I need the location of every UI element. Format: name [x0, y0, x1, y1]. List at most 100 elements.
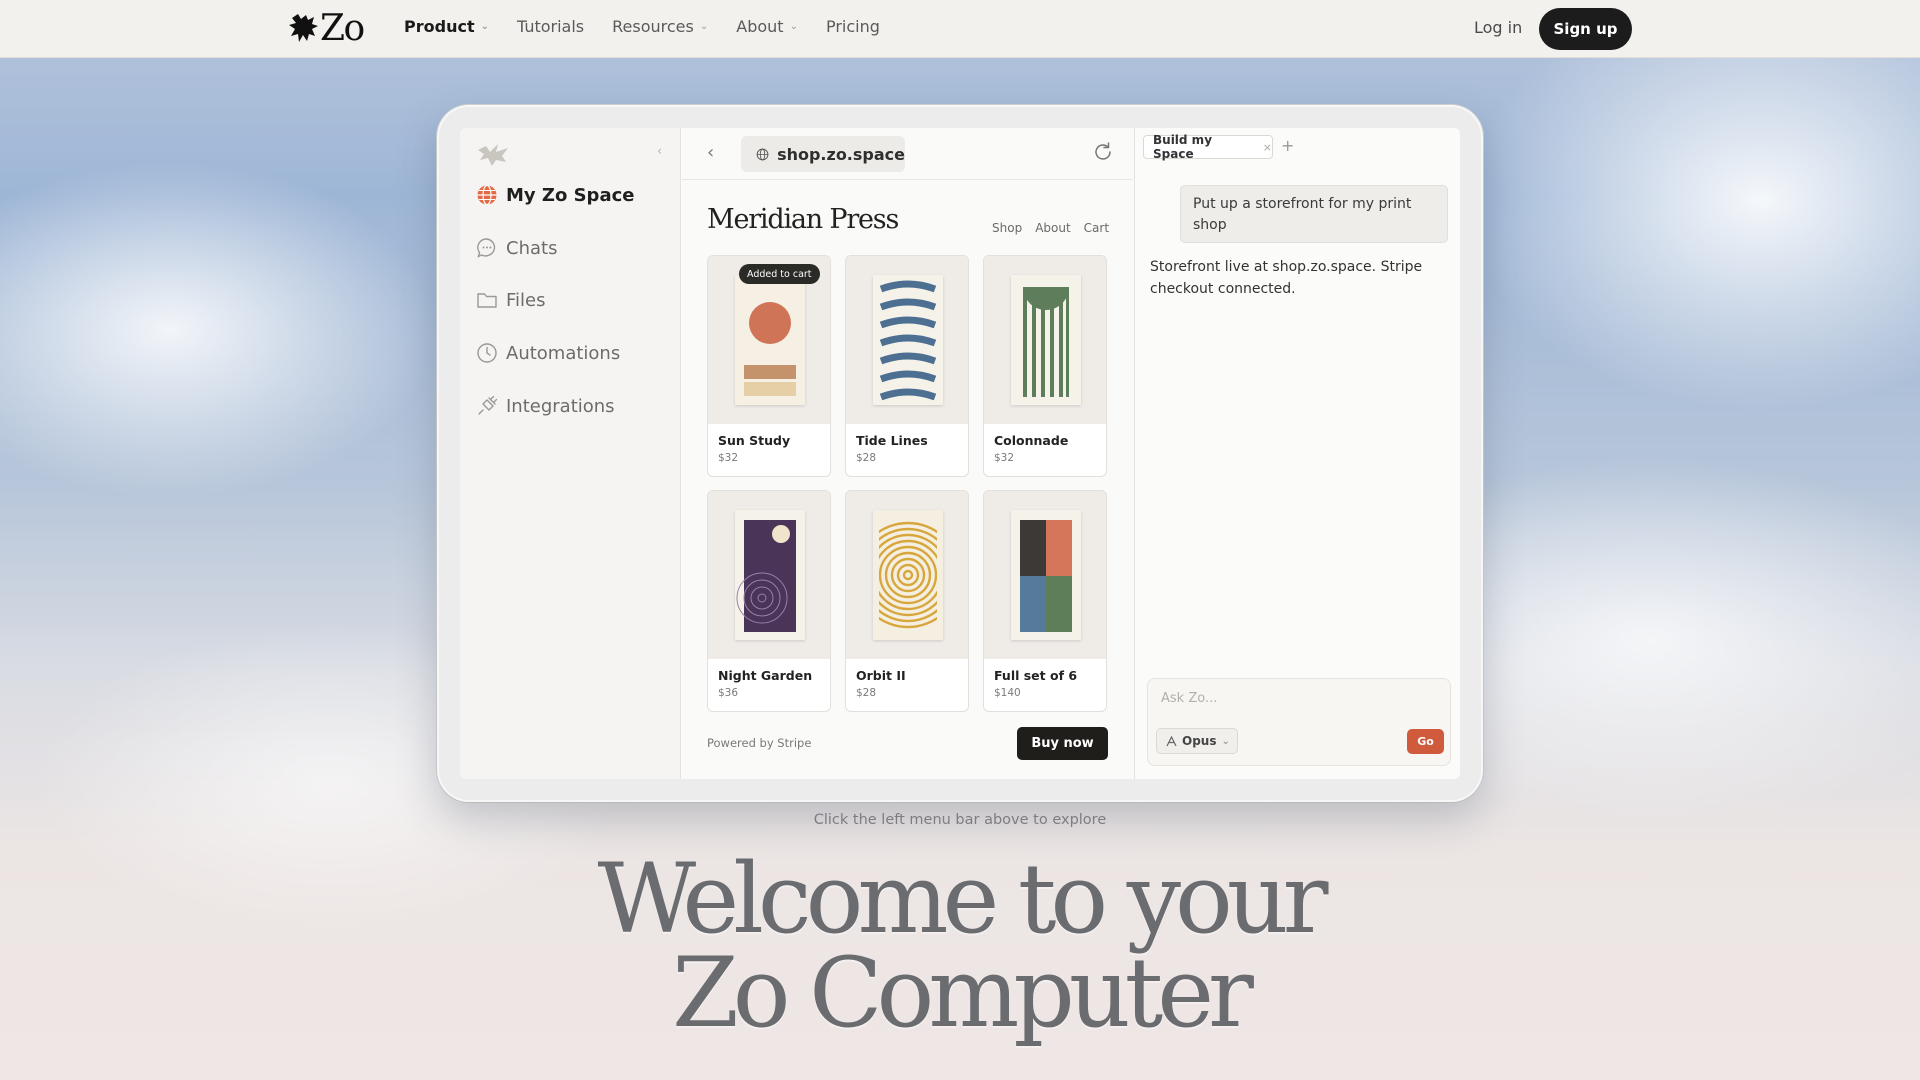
nav-resources[interactable]: Resources ⌄: [612, 17, 708, 36]
griffin-logo-icon: [289, 14, 318, 42]
shop-nav-shop[interactable]: Shop: [992, 221, 1022, 235]
product-card-tide-lines[interactable]: Tide Lines $28: [845, 255, 969, 477]
product-name: Colonnade: [994, 433, 1069, 448]
sidebar-item-integrations[interactable]: Integrations: [476, 395, 615, 417]
device-frame: ‹ My Zo Space Chats Files Automations In…: [437, 105, 1483, 802]
logo-wordmark: Zo: [320, 8, 365, 49]
product-card-sun-study[interactable]: Added to cart Sun Study $32: [707, 255, 831, 477]
user-message: Put up a storefront for my print shop: [1180, 185, 1448, 243]
add-tab-icon[interactable]: +: [1281, 136, 1294, 155]
nav-about-label: About: [736, 17, 784, 36]
shop-nav-cart[interactable]: Cart: [1084, 221, 1109, 235]
powered-by-stripe: Powered by Stripe: [707, 736, 812, 750]
model-selector[interactable]: Opus ⌄: [1156, 728, 1238, 754]
url-text: shop.zo.space: [777, 144, 905, 164]
plug-icon: [478, 395, 498, 415]
product-card-orbit-ii[interactable]: Orbit II $28: [845, 490, 969, 712]
primary-nav: Product ⌄ Tutorials Resources ⌄ About ⌄ …: [404, 17, 908, 36]
tab-label: Build my Space: [1153, 133, 1213, 161]
collapse-sidebar-icon[interactable]: ‹: [657, 144, 662, 159]
hero-line-1: Welcome to your: [597, 843, 1329, 955]
chevron-down-icon: ⌄: [1221, 735, 1230, 747]
sidebar-item-label: Automations: [506, 342, 621, 364]
product-name: Full set of 6: [994, 668, 1078, 683]
zo-logo[interactable]: Zo: [288, 8, 378, 50]
nav-product[interactable]: Product ⌄: [404, 17, 489, 36]
close-icon[interactable]: ×: [1263, 141, 1272, 154]
shop-nav: Shop About Cart: [992, 221, 1109, 235]
sidebar-item-automations[interactable]: Automations: [476, 342, 620, 364]
chevron-down-icon: ⌄: [699, 21, 709, 32]
sidebar: ‹ My Zo Space Chats Files Automations In…: [460, 128, 681, 779]
nav-pricing-label: Pricing: [825, 17, 880, 36]
nav-resources-label: Resources: [612, 17, 694, 36]
product-name: Sun Study: [718, 433, 791, 448]
ask-zo-input[interactable]: [1149, 680, 1439, 716]
sidebar-item-my-zo-space[interactable]: My Zo Space: [476, 184, 634, 206]
sun-study-poster: [735, 275, 805, 405]
back-arrow-icon[interactable]: ‹: [707, 142, 714, 163]
nav-tutorials[interactable]: Tutorials: [517, 17, 584, 36]
model-label: Opus: [1182, 734, 1217, 748]
colonnade-poster: [1011, 275, 1081, 405]
tide-lines-poster: [873, 275, 943, 405]
product-card-night-garden[interactable]: Night Garden $36: [707, 490, 831, 712]
shop-nav-about[interactable]: About: [1035, 221, 1070, 235]
sidebar-item-chats[interactable]: Chats: [476, 237, 557, 259]
product-price: $36: [718, 687, 739, 699]
tab-build-my-space[interactable]: Build my Space ×: [1143, 133, 1273, 161]
product-image: [984, 256, 1106, 424]
orbit-ii-poster: [873, 510, 943, 640]
hero-line-2: Zo Computer: [672, 937, 1254, 1049]
product-image: [708, 491, 830, 659]
sidebar-item-label: Chats: [506, 237, 558, 259]
browser-pane: ‹ shop.zo.space Meridian Press Shop Abou…: [682, 128, 1133, 779]
compose-box: Opus ⌄ Go: [1147, 678, 1451, 766]
product-price: $140: [994, 687, 1021, 699]
folder-icon: [477, 293, 497, 308]
product-name: Tide Lines: [856, 433, 928, 448]
globe-icon: [756, 148, 769, 160]
griffin-logo-icon: [478, 144, 508, 166]
nav-product-label: Product: [404, 17, 475, 36]
full-set-poster: [1011, 510, 1081, 640]
nav-pricing[interactable]: Pricing: [826, 17, 880, 36]
signup-button[interactable]: Sign up: [1539, 8, 1632, 50]
url-bar: ‹ shop.zo.space: [682, 128, 1133, 180]
product-price: $28: [856, 452, 877, 464]
product-price: $32: [994, 452, 1015, 464]
sidebar-item-label: My Zo Space: [506, 184, 635, 206]
device-screen: ‹ My Zo Space Chats Files Automations In…: [460, 128, 1460, 779]
product-image: [984, 491, 1106, 659]
address-field[interactable]: shop.zo.space: [741, 136, 905, 172]
product-image: Added to cart: [708, 256, 830, 424]
hero-heading: Welcome to your Zo Computer: [0, 843, 1920, 1049]
buy-now-button[interactable]: Buy now: [1017, 727, 1108, 760]
model-icon: [1166, 735, 1177, 746]
product-name: Night Garden: [718, 668, 813, 683]
nav-about[interactable]: About ⌄: [736, 17, 798, 36]
nav-tutorials-label: Tutorials: [516, 17, 585, 36]
reload-icon[interactable]: [1092, 141, 1114, 163]
product-name: Orbit II: [856, 668, 906, 683]
explore-hint: Click the left menu bar above to explore: [813, 812, 1107, 828]
sidebar-item-files[interactable]: Files: [476, 289, 546, 311]
globe-icon: [477, 184, 497, 206]
product-card-full-set[interactable]: Full set of 6 $140: [983, 490, 1107, 712]
chevron-down-icon: ⌄: [789, 21, 798, 32]
sidebar-item-label: Integrations: [506, 395, 615, 417]
chat-pane: Build my Space × + Put up a storefront f…: [1134, 128, 1460, 779]
shop-title: Meridian Press: [707, 204, 899, 235]
product-price: $32: [718, 452, 739, 464]
clock-icon: [477, 343, 497, 363]
chevron-down-icon: ⌄: [480, 21, 489, 32]
send-button[interactable]: Go: [1407, 729, 1444, 754]
sidebar-item-label: Files: [506, 289, 546, 311]
added-to-cart-badge: Added to cart: [739, 264, 820, 284]
product-card-colonnade[interactable]: Colonnade $32: [983, 255, 1107, 477]
top-nav: Zo Product ⌄ Tutorials Resources ⌄ About…: [0, 0, 1920, 58]
chat-bubble-icon: [477, 238, 496, 258]
product-image: [846, 491, 968, 659]
night-garden-poster: [735, 510, 805, 640]
login-link[interactable]: Log in: [1474, 18, 1522, 37]
